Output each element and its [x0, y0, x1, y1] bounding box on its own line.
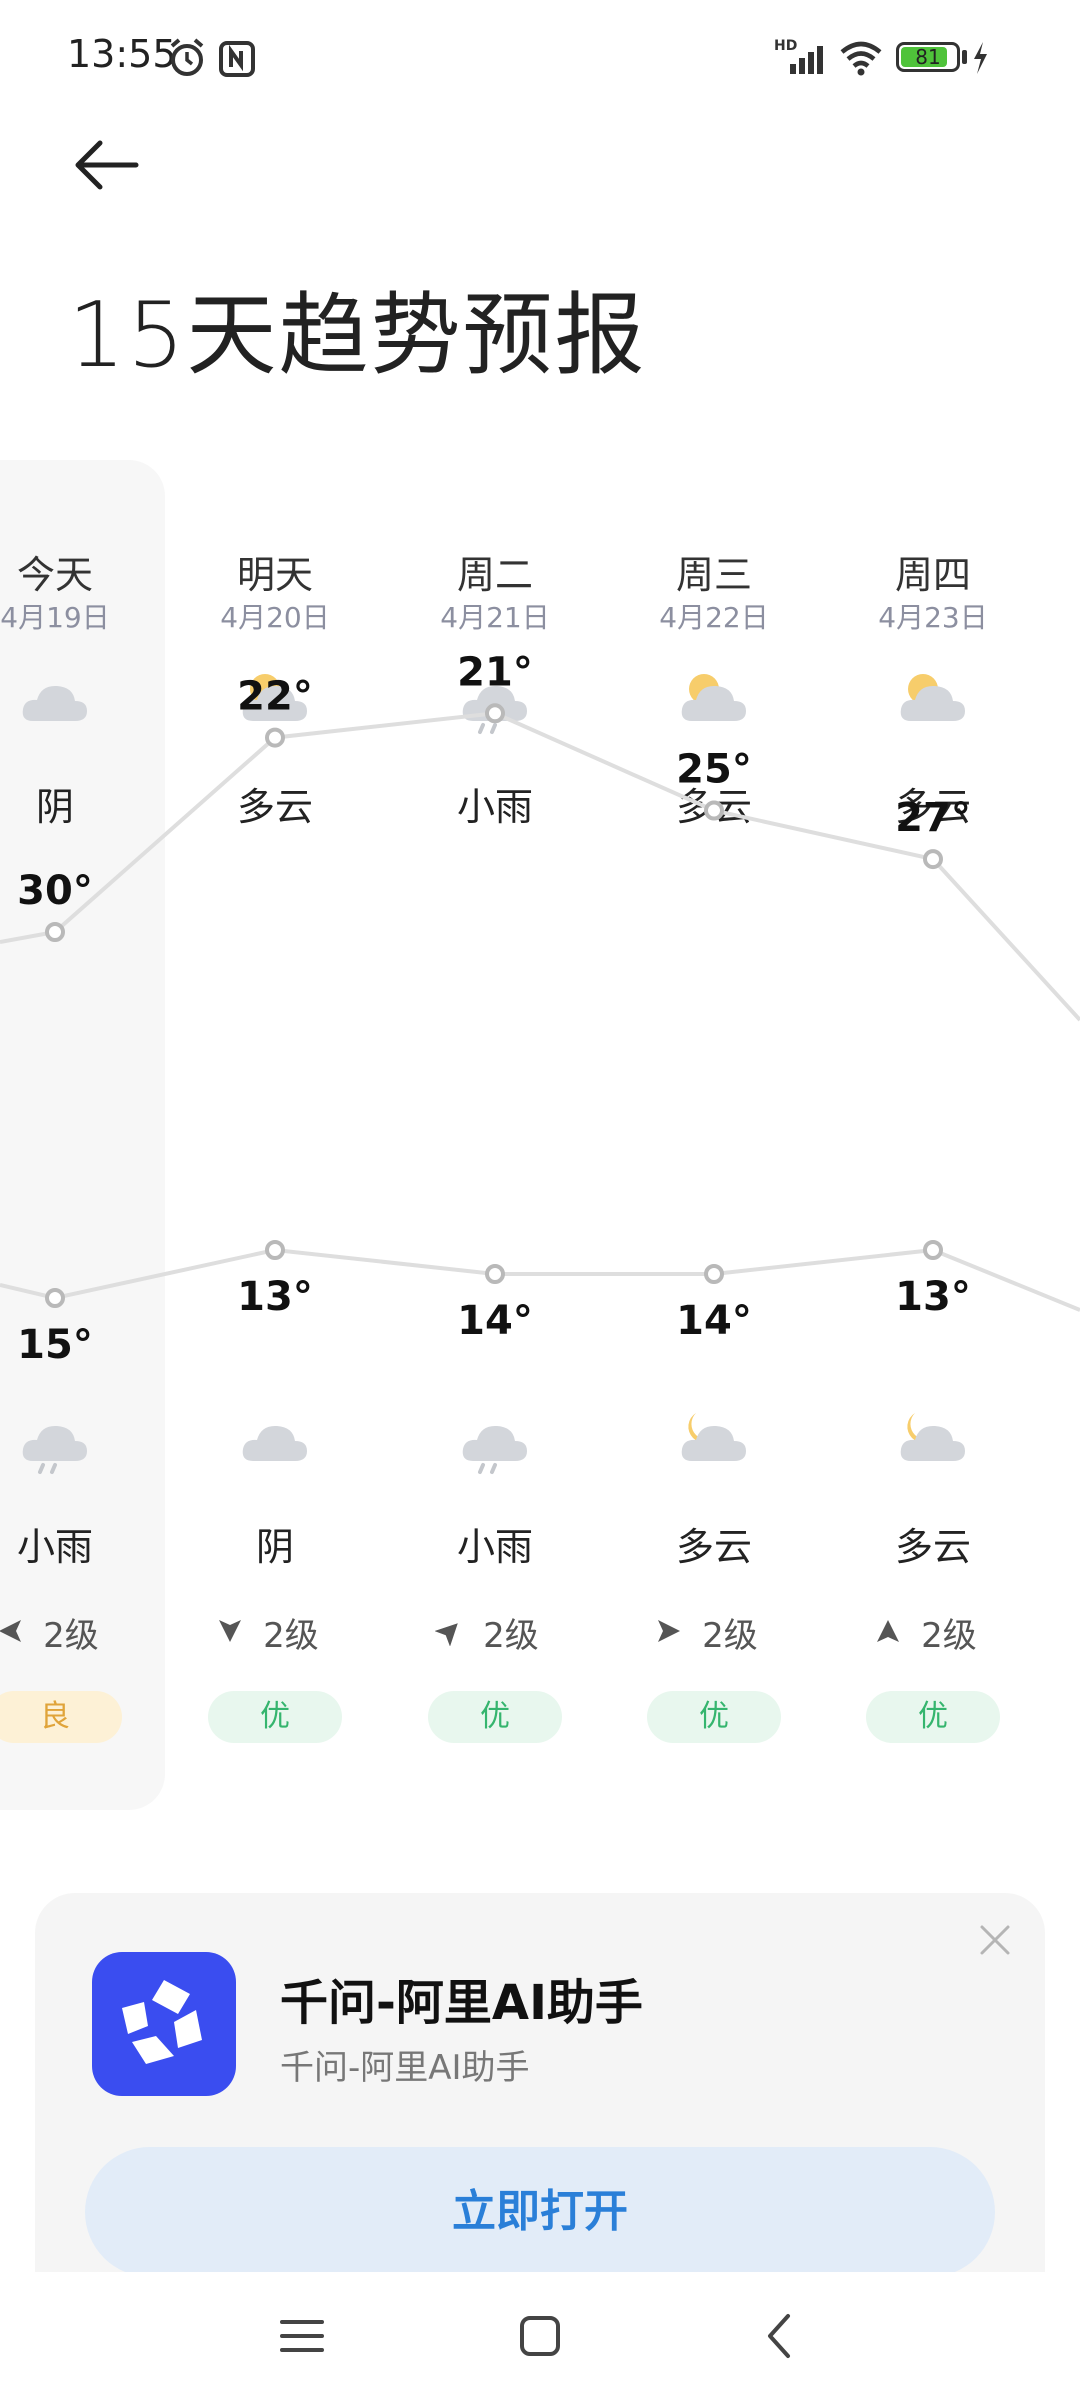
- high-temp-label: 30°: [17, 868, 93, 914]
- open-app-button[interactable]: 立即打开: [85, 2147, 995, 2277]
- high-temp-point: [45, 922, 65, 942]
- high-temp-line: [0, 711, 1080, 1022]
- low-temp-label: 14°: [676, 1298, 752, 1344]
- high-temp-label: 25°: [676, 747, 752, 793]
- home-icon[interactable]: [510, 2310, 570, 2362]
- qwen-logo-icon: [122, 1980, 202, 2064]
- high-temp-point: [704, 800, 724, 821]
- promo-subtitle: 千问-阿里AI助手: [280, 2048, 530, 2088]
- low-temp-point: [704, 1264, 724, 1284]
- high-temp-point: [923, 849, 943, 870]
- menu-icon[interactable]: [272, 2310, 332, 2362]
- low-temp-label: 14°: [457, 1298, 533, 1344]
- high-temp-label: 27°: [895, 795, 971, 841]
- close-icon[interactable]: [978, 1923, 1012, 1957]
- high-temp-label: 22°: [237, 674, 313, 720]
- low-temp-label: 15°: [17, 1322, 93, 1368]
- back-nav-icon[interactable]: [750, 2310, 810, 2362]
- high-temp-point: [265, 727, 285, 748]
- low-temp-point: [923, 1240, 943, 1260]
- low-temp-point: [45, 1288, 65, 1308]
- high-temp-label: 21°: [457, 649, 533, 695]
- low-temp-label: 13°: [237, 1274, 313, 1320]
- promo-title: 千问-阿里AI助手: [280, 1975, 643, 2031]
- low-temp-label: 13°: [895, 1274, 971, 1320]
- high-temp-point: [485, 703, 505, 724]
- app-logo[interactable]: [92, 1952, 236, 2096]
- low-temp-point: [265, 1240, 285, 1260]
- low-temp-point: [485, 1264, 505, 1284]
